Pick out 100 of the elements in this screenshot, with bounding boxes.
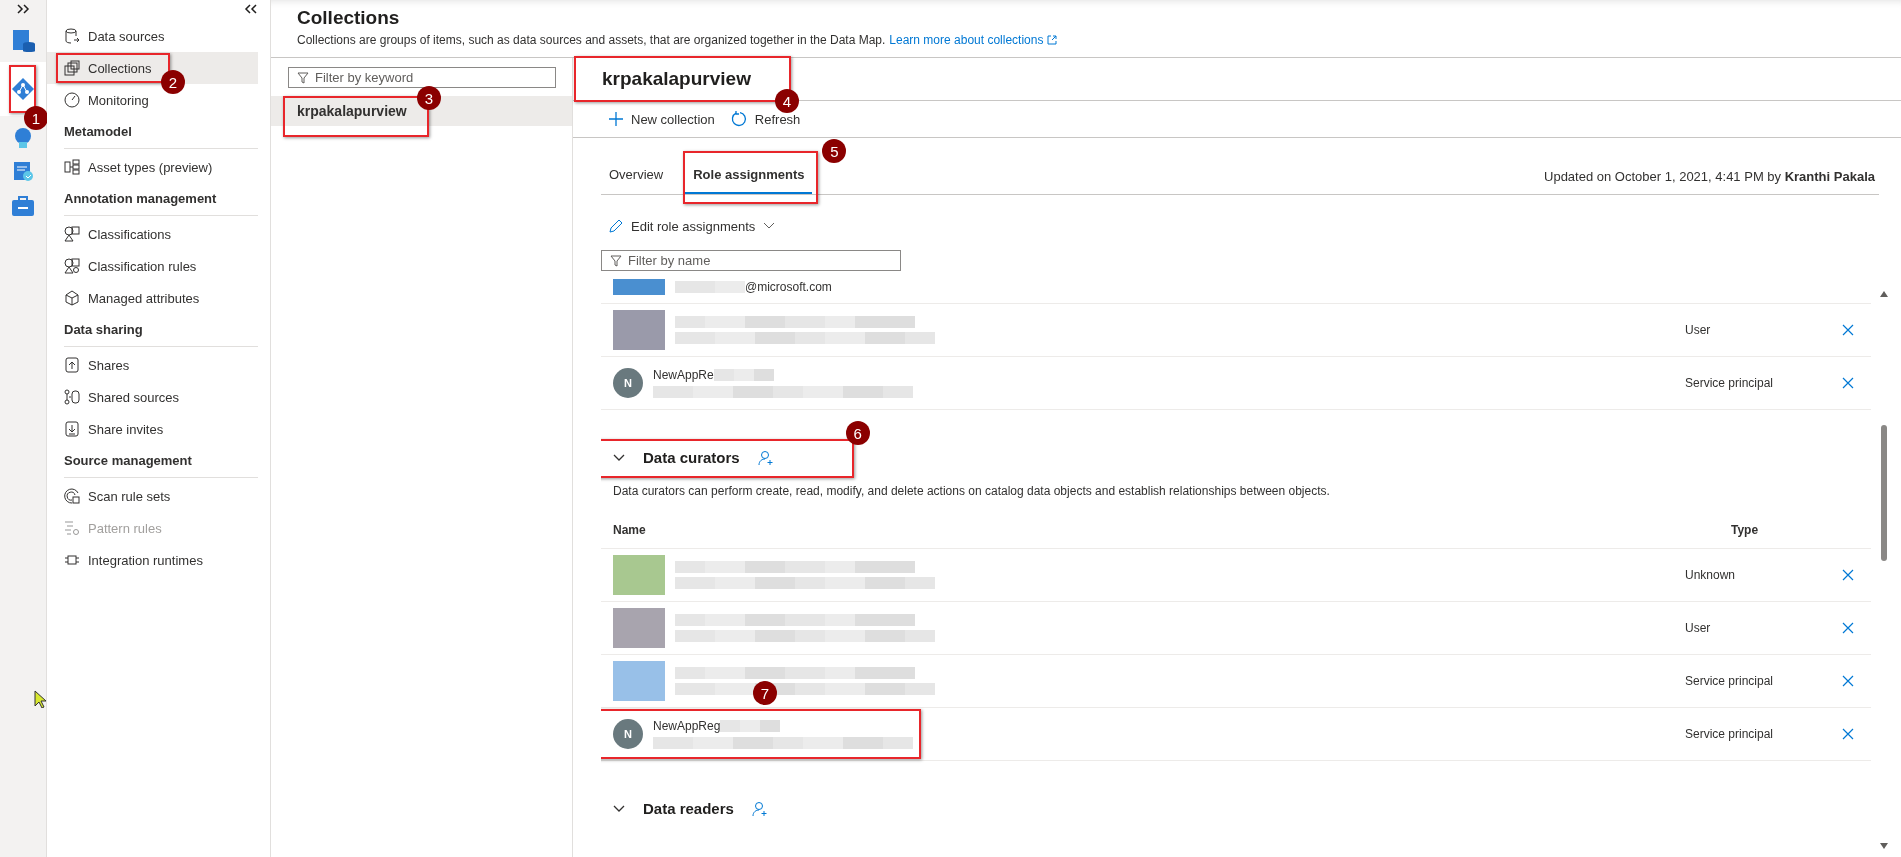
nav-label: Integration runtimes	[88, 552, 203, 568]
nav-item[interactable]: Asset types (preview)	[47, 151, 221, 183]
badge-document-icon	[11, 160, 35, 184]
nav-item[interactable]: Shares	[47, 349, 138, 381]
remove-icon[interactable]	[1842, 728, 1854, 740]
principal-name: NewAppRe	[653, 368, 714, 382]
add-person-icon	[751, 800, 768, 817]
collapse-icon	[244, 4, 258, 14]
stacked-squares-icon	[64, 60, 80, 76]
grid-boxes-icon	[64, 159, 80, 175]
nav-item[interactable]: Managed attributes	[47, 282, 208, 314]
chevron-down-icon	[763, 222, 776, 230]
toolbox-icon	[11, 194, 35, 218]
callout-badge: 4	[774, 89, 799, 113]
scroll-down-icon	[1880, 843, 1888, 849]
edit-role-assignments-button[interactable]: Edit role assignments	[601, 216, 776, 236]
remove-icon[interactable]	[1842, 377, 1854, 389]
section-title: Data curators	[643, 449, 740, 466]
principal-name: @microsoft.com	[745, 280, 832, 294]
section-heading: Data sharing	[64, 314, 258, 347]
principal-type: User	[1685, 323, 1711, 337]
nav-item[interactable]: Classification rules	[47, 250, 205, 282]
nav-item[interactable]: Integration runtimes	[47, 544, 211, 576]
chevron-icon[interactable]	[613, 804, 625, 813]
principal-name: NewAppReg	[653, 719, 721, 733]
principal-type: User	[1685, 621, 1711, 635]
shapes-icon	[64, 226, 80, 242]
new-collection-button[interactable]: New collection	[609, 111, 715, 127]
nav-item[interactable]: Shared sources	[47, 381, 188, 413]
column-header: Type	[1731, 523, 1760, 537]
redacted-text	[713, 369, 774, 381]
nav-item[interactable]: Monitoring	[47, 84, 157, 116]
chevron-icon[interactable]	[613, 453, 625, 462]
avatar: N	[613, 719, 643, 749]
nav-label: Asset types (preview)	[88, 159, 213, 175]
filter-icon	[610, 255, 622, 267]
remove-icon[interactable]	[1842, 675, 1854, 687]
rail-item[interactable]	[11, 194, 35, 218]
scroll-up-icon	[1880, 291, 1888, 297]
column-header: Name	[613, 523, 647, 537]
scrollbar-thumb[interactable]	[1881, 425, 1887, 561]
section-description: Data curators can perform create, read, modify, and delete actions on catalog data objects and establish relationships between objects.	[612, 483, 1331, 500]
refresh-button[interactable]: Refresh	[730, 111, 801, 127]
cylinder-down-icon	[64, 421, 80, 437]
nav-label: Pattern rules	[88, 520, 162, 536]
plus-icon	[609, 112, 623, 126]
database-arrow-icon	[64, 28, 80, 44]
filter-field[interactable]: Filter by name	[601, 250, 901, 271]
expand-icon	[16, 4, 30, 14]
external-link-icon	[1047, 35, 1058, 45]
updated-text: Updated on October 1, 2021, 4:41 PM by Kranthi Pakala	[1544, 169, 1876, 186]
nav-label: Classifications	[88, 226, 172, 242]
section-heading: Annotation management	[64, 183, 258, 216]
learn-more-link[interactable]: Learn more about collections	[889, 33, 1044, 47]
add-person-icon	[757, 449, 774, 466]
nodes-cylinder-icon	[64, 389, 80, 405]
nav-label: Shared sources	[88, 389, 180, 405]
rail-item[interactable]	[11, 28, 35, 52]
collection-title: krpakalapurview	[602, 68, 751, 90]
nav-label: Collections	[88, 60, 152, 76]
lines-gear-icon	[64, 520, 80, 536]
callout-badge: 5	[822, 139, 847, 163]
nav-label: Data sources	[88, 28, 165, 44]
nav-label: Classification rules	[88, 258, 197, 274]
callout-badge: 1	[24, 106, 48, 130]
nav-label: Shares	[88, 357, 130, 373]
section-title: Data readers	[643, 800, 734, 817]
remove-icon[interactable]	[1842, 569, 1854, 581]
nav-item[interactable]: Classifications	[47, 218, 180, 250]
principal-type: Service principal	[1685, 674, 1774, 688]
radar-icon	[64, 488, 80, 504]
redacted-text	[720, 720, 781, 732]
nav-label: Managed attributes	[88, 290, 200, 306]
refresh-icon	[730, 111, 747, 127]
nav-item[interactable]: Scan rule sets	[47, 480, 179, 512]
section-heading: Source management	[64, 445, 258, 478]
tab[interactable]: Overview	[601, 167, 672, 194]
page-title: Collections	[297, 6, 401, 30]
callout-badge: 6	[845, 421, 870, 445]
avatar: N	[613, 368, 643, 398]
storage-icon	[11, 28, 35, 52]
nav-item[interactable]: Data sources	[47, 20, 173, 52]
callout-badge: 2	[161, 70, 185, 94]
cube-icon	[64, 290, 80, 306]
section-heading: Metamodel	[64, 116, 258, 149]
filter-field[interactable]: Filter by keyword	[288, 67, 556, 88]
pencil-icon	[609, 219, 623, 233]
remove-icon[interactable]	[1842, 324, 1854, 336]
chip-icon	[64, 552, 80, 568]
principal-type: Service principal	[1685, 376, 1774, 390]
redacted-text	[675, 281, 745, 293]
tab[interactable]: Role assignments	[685, 167, 813, 194]
gauge-icon	[64, 92, 80, 108]
diamond-map-icon	[11, 77, 35, 101]
callout-badge: 7	[753, 681, 777, 705]
remove-icon[interactable]	[1842, 622, 1854, 634]
nav-item[interactable]: Share invites	[47, 413, 172, 445]
cylinder-up-icon	[64, 357, 80, 373]
cursor-icon	[34, 690, 46, 708]
nav-label: Scan rule sets	[88, 488, 171, 504]
